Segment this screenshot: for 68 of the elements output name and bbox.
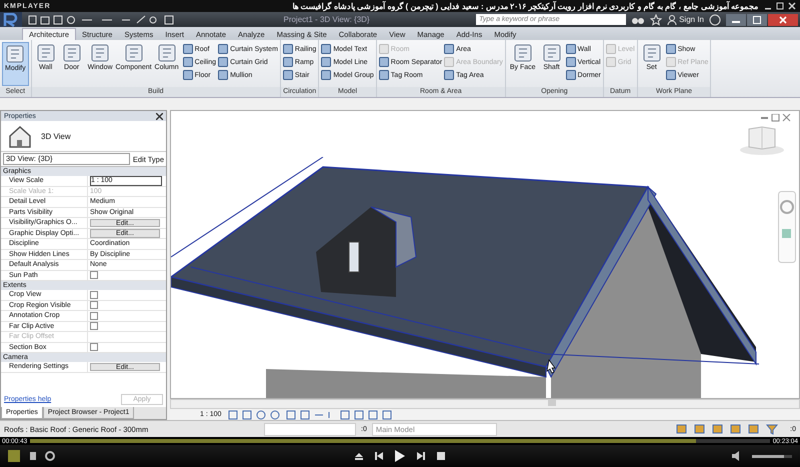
maximize-icon bbox=[753, 16, 761, 24]
tool-icon bbox=[218, 44, 228, 54]
tool-icon bbox=[5, 44, 26, 64]
volume-icon[interactable] bbox=[732, 451, 740, 461]
checkbox[interactable] bbox=[90, 301, 98, 310]
tool-icon bbox=[378, 57, 389, 67]
tool-icon bbox=[182, 44, 193, 54]
tool-icon bbox=[124, 43, 144, 63]
house-icon bbox=[7, 123, 33, 149]
tool-icon bbox=[156, 43, 177, 63]
horizontal-scrollbar[interactable] bbox=[170, 399, 800, 409]
tool-icon bbox=[62, 43, 82, 63]
tool-icon bbox=[321, 70, 332, 80]
tool-icon bbox=[566, 57, 576, 67]
close-button[interactable] bbox=[768, 14, 798, 26]
tool-icon bbox=[321, 44, 332, 54]
tool-icon bbox=[182, 57, 193, 67]
checkbox[interactable] bbox=[90, 343, 98, 352]
play-button[interactable] bbox=[395, 450, 405, 462]
tool-icon bbox=[606, 44, 616, 54]
type-selector[interactable]: 3D View bbox=[1, 121, 166, 152]
seek-bar[interactable] bbox=[30, 439, 770, 443]
tool-icon bbox=[642, 43, 662, 63]
tool-icon bbox=[321, 57, 332, 67]
tool-icon bbox=[444, 44, 454, 54]
tool-icon bbox=[378, 44, 389, 54]
help-icon[interactable] bbox=[709, 14, 721, 26]
star-icon[interactable] bbox=[650, 14, 662, 26]
tool-icon bbox=[542, 43, 562, 63]
tool-icon bbox=[666, 70, 676, 80]
tool-icon bbox=[566, 44, 576, 54]
maximize-button[interactable] bbox=[747, 14, 767, 26]
close-icon[interactable] bbox=[156, 112, 163, 120]
window-title: Project1 - 3D View: {3D} bbox=[282, 15, 371, 24]
tool-icon bbox=[282, 57, 293, 67]
tool-icon bbox=[606, 57, 616, 67]
logo bbox=[3, 12, 19, 26]
tool-icon bbox=[666, 57, 676, 67]
checkbox[interactable] bbox=[90, 322, 98, 330]
tool-icon bbox=[282, 44, 293, 54]
user-icon bbox=[667, 14, 678, 24]
view-window-controls[interactable] bbox=[761, 114, 791, 122]
tool-icon bbox=[36, 43, 56, 63]
eject-button[interactable] bbox=[355, 452, 363, 460]
tool-icon bbox=[218, 57, 228, 67]
tool-icon bbox=[182, 70, 193, 80]
app-menu-button[interactable] bbox=[0, 12, 22, 27]
3d-view-canvas[interactable] bbox=[170, 110, 800, 399]
maximize-icon[interactable] bbox=[776, 2, 784, 10]
tool-icon bbox=[378, 70, 389, 80]
minimize-button[interactable] bbox=[726, 14, 746, 26]
volume-slider[interactable] bbox=[752, 454, 792, 458]
checkbox[interactable] bbox=[90, 312, 98, 320]
tool-icon bbox=[566, 70, 576, 80]
tool-icon bbox=[444, 70, 454, 80]
close-icon bbox=[779, 16, 787, 24]
tool-icon bbox=[282, 70, 293, 80]
checkbox[interactable] bbox=[90, 271, 98, 280]
tool-icon bbox=[218, 70, 228, 80]
tool-icon bbox=[666, 44, 676, 54]
tool-icon bbox=[444, 57, 454, 67]
sign-in-button[interactable]: Sign In bbox=[667, 14, 704, 24]
video-title: مجموعه آموزشی جامع ، گام به گام و کاربردی نرم افزار رویت آرکیتکچر ۲۰۱۶ مدرس : سعید فدایی ( تیچرمن ) گروه آموزشی پادشاه گرافیست ها bbox=[291, 2, 758, 10]
next-button[interactable] bbox=[417, 452, 425, 460]
tool-icon bbox=[512, 43, 533, 63]
checkbox[interactable] bbox=[90, 290, 98, 299]
tool-icon bbox=[90, 43, 110, 63]
previous-button[interactable] bbox=[375, 452, 383, 460]
